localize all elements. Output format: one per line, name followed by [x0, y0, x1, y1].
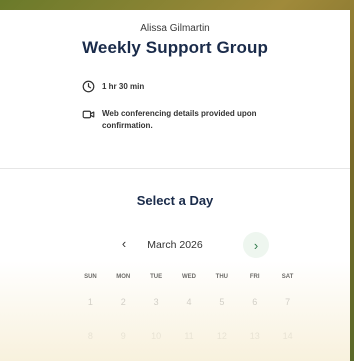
- next-month-button[interactable]: ›: [243, 232, 269, 258]
- calendar-day-disabled: 1: [87, 297, 93, 307]
- month-label: March 2026: [147, 239, 203, 251]
- calendar-day-disabled: 7: [285, 297, 291, 307]
- calendar-day-disabled: 11: [184, 331, 194, 341]
- calendar-day-disabled: 9: [120, 331, 126, 341]
- calendar-day-disabled: 12: [216, 331, 227, 341]
- calendar-day-disabled: 10: [151, 331, 162, 341]
- conferencing-text: Web conferencing details provided upon c…: [102, 109, 257, 130]
- conferencing-row: Web conferencing details provided upon c…: [82, 108, 302, 132]
- calendar-day-disabled: 6: [252, 297, 258, 307]
- duration-row: 1 hr 30 min: [82, 80, 144, 93]
- calendar-days-grid: 1 2 3 4 5 6 7 8 9 10 11 12 13 14: [74, 296, 304, 342]
- weekday-label: MON: [116, 274, 131, 280]
- weekday-label: TUE: [150, 274, 163, 280]
- weekday-label: SUN: [84, 274, 97, 280]
- calendar-day-disabled: 5: [219, 297, 225, 307]
- calendar-day-disabled: 4: [186, 297, 192, 307]
- calendar-day-disabled: 14: [282, 331, 293, 341]
- calendar-day-disabled: 2: [120, 297, 126, 307]
- event-title: Weekly Support Group: [82, 38, 268, 57]
- clock-icon: [82, 80, 95, 93]
- calendar-day-disabled: 3: [153, 297, 159, 307]
- calendar-day-disabled: 8: [87, 331, 93, 341]
- weekday-label: THU: [215, 274, 229, 280]
- weekday-label: WED: [181, 274, 196, 280]
- duration-text: 1 hr 30 min: [102, 82, 145, 91]
- chevron-right-icon: ›: [253, 237, 259, 253]
- video-camera-icon: [82, 110, 95, 119]
- section-divider: [0, 168, 350, 169]
- host-name: Alissa Gilmartin: [140, 23, 210, 34]
- weekday-label: SAT: [281, 274, 294, 280]
- weekday-header: SUN MON TUE WED THU FRI SAT: [74, 274, 304, 280]
- event-card: Alissa Gilmartin Weekly Support Group 1 …: [0, 10, 350, 361]
- calendar-day-disabled: 13: [249, 331, 260, 341]
- select-day-heading: Select a Day: [136, 193, 214, 208]
- weekday-label: FRI: [249, 274, 260, 280]
